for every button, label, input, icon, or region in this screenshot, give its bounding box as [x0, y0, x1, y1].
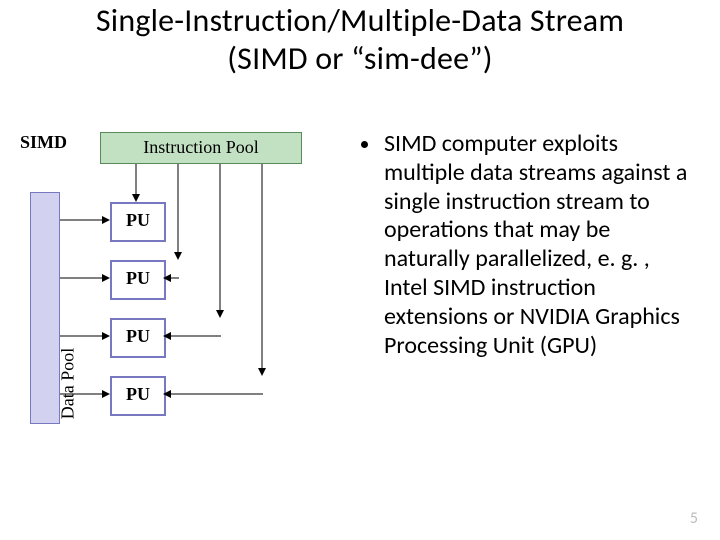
pu-box-4: PU [110, 376, 166, 416]
arrow-bend-pu-4 [163, 388, 263, 400]
arrow-data-to-pu-3 [60, 330, 110, 342]
arrow-inst-to-pu-1 [130, 164, 142, 202]
bullet-list: SIMD computer exploits multiple data str… [360, 130, 690, 360]
arrow-data-to-pu-1 [60, 214, 110, 226]
slide-title: Single-Instruction/Multiple-Data Stream … [0, 2, 720, 79]
pu-box-3: PU [110, 318, 166, 358]
bullet-item: SIMD computer exploits multiple data str… [382, 130, 690, 360]
title-line-2: (SIMD or “sim-dee”) [227, 39, 492, 78]
data-pool-label: Data Pool [58, 269, 79, 499]
title-line-1: Single-Instruction/Multiple-Data Stream [96, 1, 624, 40]
arrow-bend-pu-3 [163, 330, 221, 342]
page-number: 5 [690, 509, 698, 528]
arrow-bend-pu-2 [163, 272, 179, 284]
data-pool-box: Data Pool [30, 192, 60, 424]
pu-box-1: PU [110, 202, 166, 242]
instruction-pool-box: Instruction Pool [100, 132, 302, 164]
simd-label: SIMD [20, 132, 67, 153]
pu-box-2: PU [110, 260, 166, 300]
arrow-inst-to-pu-4 [256, 164, 268, 376]
arrow-data-to-pu-4 [60, 388, 110, 400]
arrow-inst-to-pu-2 [172, 164, 184, 260]
arrow-inst-to-pu-3 [214, 164, 226, 318]
arrow-data-to-pu-2 [60, 272, 110, 284]
simd-diagram: SIMD Instruction Pool Data Pool PU PU PU… [20, 132, 340, 442]
